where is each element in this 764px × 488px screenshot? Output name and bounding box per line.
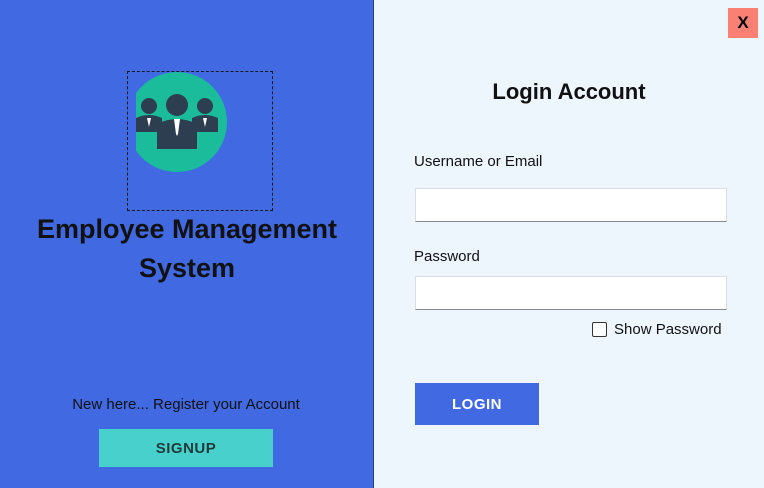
branding-panel: Employee Management System New here... R… <box>0 0 374 488</box>
password-label: Password <box>414 248 480 265</box>
app-title: Employee Management System <box>36 214 338 283</box>
show-password-label: Show Password <box>614 321 722 338</box>
form-title: Login Account <box>492 79 646 104</box>
logo-frame <box>127 71 273 211</box>
close-button[interactable]: X <box>728 8 758 38</box>
username-label: Username or Email <box>414 153 543 170</box>
username-input[interactable] <box>415 188 727 222</box>
login-window: Employee Management System New here... R… <box>0 0 764 488</box>
show-password-checkbox[interactable] <box>592 322 607 337</box>
employee-group-icon <box>136 72 227 172</box>
password-input[interactable] <box>415 276 727 310</box>
show-password-toggle[interactable]: Show Password <box>592 321 722 338</box>
signup-button[interactable]: SIGNUP <box>99 429 273 467</box>
login-panel: X Login Account Username or Email Passwo… <box>374 0 764 488</box>
login-button[interactable]: LOGIN <box>415 383 539 425</box>
register-prompt: New here... Register your Account <box>72 396 300 413</box>
